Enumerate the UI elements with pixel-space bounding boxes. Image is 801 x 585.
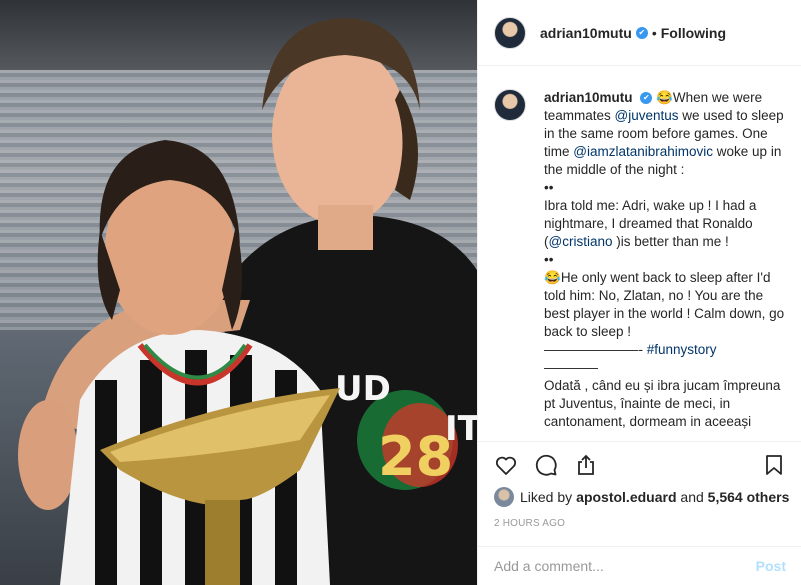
post-comment-button[interactable]: Post bbox=[756, 558, 786, 574]
comment-icon bbox=[535, 454, 557, 476]
comment-button[interactable] bbox=[534, 453, 558, 477]
caption-separator-1: •• bbox=[544, 180, 554, 195]
caption-username[interactable]: adrian10mutu bbox=[544, 90, 633, 105]
following-button[interactable]: Following bbox=[661, 25, 726, 41]
comment-input[interactable] bbox=[494, 558, 756, 574]
share-button[interactable] bbox=[574, 453, 598, 477]
author-username[interactable]: adrian10mutu bbox=[540, 25, 632, 41]
caption-separator-2: •• bbox=[544, 252, 554, 267]
caption-line3: He only went back to sleep after I'd tol… bbox=[544, 270, 785, 339]
laughing-emoji-2: 😂 bbox=[544, 270, 561, 285]
mention-zlatan[interactable]: @iamzlatanibrahimovic bbox=[573, 144, 713, 159]
post-side-panel: adrian10mutu ✔ • Following adrian10mutu … bbox=[477, 0, 801, 585]
mention-cristiano[interactable]: @cristiano bbox=[549, 234, 613, 249]
svg-text:IT: IT bbox=[445, 409, 477, 449]
caption-line2-end: )is better than me ! bbox=[612, 234, 729, 249]
bookmark-icon bbox=[766, 454, 782, 475]
post-caption: adrian10mutu ✔ 😂When we were teammates @… bbox=[494, 89, 793, 441]
mention-juventus[interactable]: @juventus bbox=[615, 108, 679, 123]
caption-dashes-2: ———— bbox=[544, 360, 598, 375]
liker-username[interactable]: apostol.eduard bbox=[576, 489, 676, 505]
svg-text:28: 28 bbox=[378, 425, 453, 488]
post-photo[interactable]: 28 UD IT bbox=[0, 0, 477, 585]
verified-badge-icon: ✔ bbox=[635, 26, 648, 39]
laughing-emoji: 😂 bbox=[656, 90, 673, 105]
photo-illustration: 28 UD IT bbox=[18, 18, 477, 585]
likes-middle: and bbox=[676, 489, 708, 505]
likes-prefix: Liked by bbox=[520, 489, 573, 505]
author-avatar[interactable] bbox=[494, 16, 526, 49]
caption-text: adrian10mutu ✔ 😂When we were teammates @… bbox=[544, 89, 790, 441]
liker-avatar[interactable] bbox=[494, 487, 514, 507]
header-separator: • bbox=[651, 24, 657, 41]
caption-romanian-text: Odată , când eu și ibra jucam împreuna p… bbox=[544, 378, 781, 429]
post-header: adrian10mutu ✔ • Following bbox=[478, 0, 801, 66]
save-button[interactable] bbox=[762, 453, 786, 477]
post-timestamp[interactable]: 2 HOURS AGO bbox=[494, 518, 565, 529]
heart-icon bbox=[495, 456, 517, 475]
like-button[interactable] bbox=[494, 453, 518, 477]
action-bar bbox=[478, 441, 801, 487]
share-icon bbox=[578, 454, 594, 475]
caption-verified-badge-icon: ✔ bbox=[640, 92, 653, 105]
caption-dashes: ———————- bbox=[544, 342, 647, 357]
likes-summary: Liked by apostol.eduard and 5,564 others bbox=[494, 487, 789, 507]
svg-text:UD: UD bbox=[335, 369, 391, 409]
caption-author-avatar[interactable] bbox=[494, 89, 526, 121]
comment-box: Post bbox=[478, 546, 801, 585]
likes-count[interactable]: 5,564 others bbox=[708, 489, 790, 505]
hashtag-funnystory[interactable]: #funnystory bbox=[647, 342, 717, 357]
